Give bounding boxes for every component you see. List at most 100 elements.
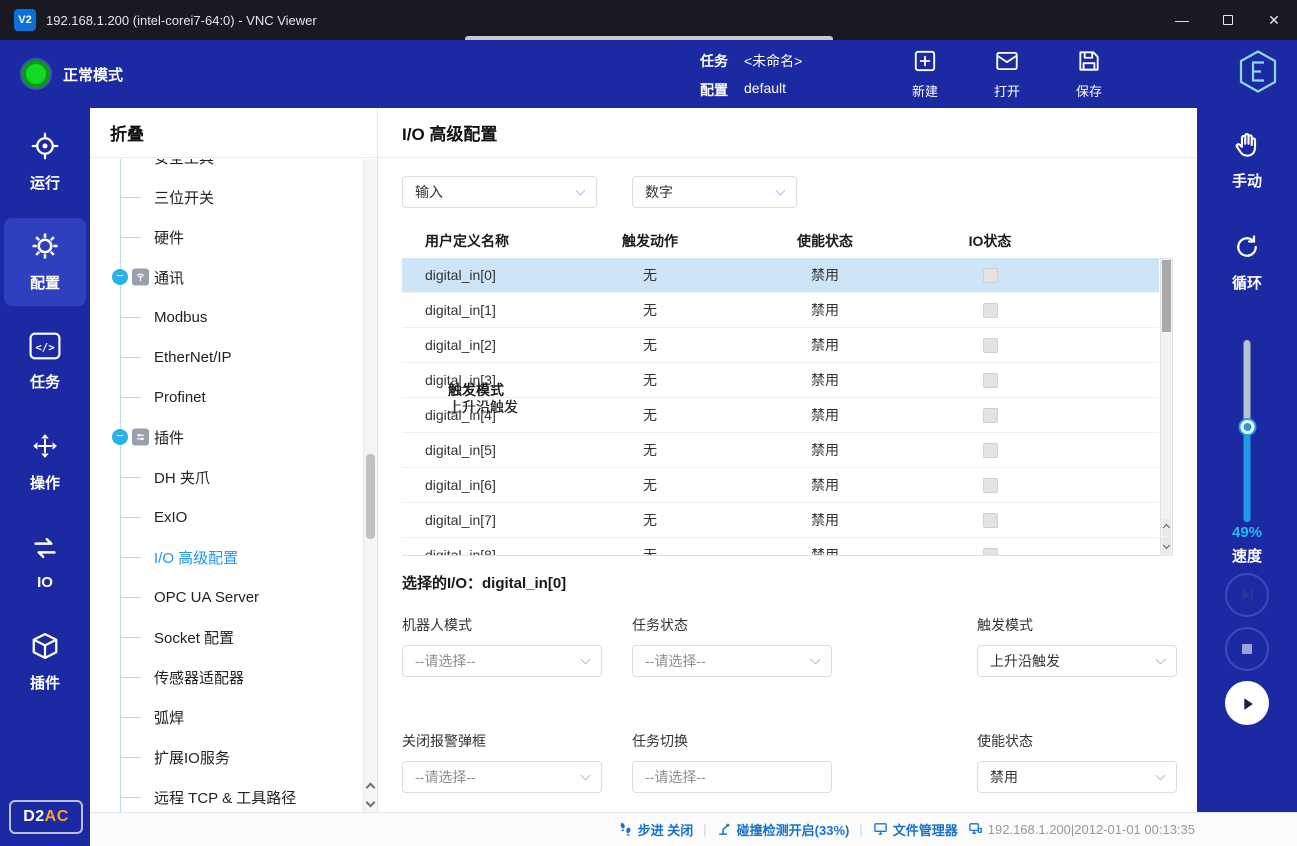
status-separator: | xyxy=(859,822,862,837)
chevron-down-icon xyxy=(581,655,591,665)
d2ac-logo: D2AC xyxy=(9,800,83,834)
speed-slider[interactable] xyxy=(1244,340,1251,522)
tree-item[interactable]: − I/O 高级配置 xyxy=(90,537,363,577)
table-row[interactable]: digital_in[7] 上升沿触发 无 禁用 xyxy=(402,503,1159,538)
connection-info: 192.168.1.200|2012-01-01 00:13:35 xyxy=(968,821,1195,839)
tree-item[interactable]: − 三位开关 xyxy=(90,177,363,217)
collapse-minus-icon[interactable]: − xyxy=(112,269,128,285)
tree-item[interactable]: − EtherNet/IP xyxy=(90,337,363,377)
io-state-checkbox[interactable] xyxy=(983,443,998,458)
table-scrollbar[interactable] xyxy=(1160,258,1173,556)
tree-item[interactable]: − Socket 配置 xyxy=(90,617,363,657)
io-state-checkbox[interactable] xyxy=(983,408,998,423)
save-button[interactable]: 保存 xyxy=(1060,48,1118,100)
enable-status-select[interactable]: 禁用 xyxy=(977,761,1177,793)
chevron-down-icon xyxy=(1156,655,1166,665)
robot-mode-select[interactable]: --请选择-- xyxy=(402,645,602,677)
io-state-checkbox[interactable] xyxy=(983,513,998,528)
io-type-select[interactable]: 数字 xyxy=(632,176,797,208)
titlebar: V2 192.168.1.200 (intel-corei7-64:0) - V… xyxy=(0,0,1297,40)
io-state-checkbox[interactable] xyxy=(983,338,998,353)
tree-item[interactable]: − ExIO xyxy=(90,497,363,537)
io-state-checkbox[interactable] xyxy=(983,373,998,388)
tree-item[interactable]: − 远程 TCP & 工具路径 xyxy=(90,777,363,812)
open-button[interactable]: 打开 xyxy=(978,48,1036,100)
config-tree: − 安全工具 − 三位开关 − 硬件 xyxy=(90,159,363,812)
trigger-mode-select[interactable]: 上升沿触发 xyxy=(977,645,1177,677)
cube-icon xyxy=(30,631,60,665)
table-row[interactable]: digital_in[6] 上升沿触发 无 禁用 xyxy=(402,468,1159,503)
task-switch-input[interactable]: --请选择-- xyxy=(632,761,832,793)
mode-label: 正常模式 xyxy=(63,64,123,85)
plugin-sliders-icon xyxy=(132,429,149,446)
table-row[interactable]: digital_in[1] 上升沿触发 无 禁用 xyxy=(402,293,1159,328)
vnc-app-icon: V2 xyxy=(14,9,36,31)
close-button[interactable]: ✕ xyxy=(1251,0,1297,40)
tree-scrollbar[interactable] xyxy=(363,159,377,812)
table-row[interactable]: digital_in[2] 上升沿触发 无 禁用 xyxy=(402,328,1159,363)
sidebar-item-operate[interactable]: 操作 xyxy=(4,418,86,506)
tree-item[interactable]: − 通讯 xyxy=(90,257,363,297)
collapse-minus-icon[interactable]: − xyxy=(112,429,128,445)
step-forward-button[interactable] xyxy=(1225,573,1269,617)
minimize-button[interactable]: — xyxy=(1159,0,1205,40)
table-row[interactable]: digital_in[5] 上升沿触发 无 禁用 xyxy=(402,433,1159,468)
loop-mode-button[interactable]: 循环 xyxy=(1197,232,1297,293)
right-sidebar: 手动 循环 49% 速度 xyxy=(1197,108,1297,812)
tree-item[interactable]: − 扩展IO服务 xyxy=(90,737,363,777)
chevron-down-icon xyxy=(1156,771,1166,781)
page-title: I/O 高级配置 xyxy=(378,108,1197,158)
table-row[interactable]: digital_in[8] 上升沿触发 无 禁用 xyxy=(402,538,1159,556)
maximize-icon xyxy=(1223,15,1233,25)
file-manager-button[interactable]: 文件管理器 xyxy=(873,820,958,839)
app-header: 正常模式 任务 <未命名> 配置 default 新建 打开 保存 xyxy=(0,40,1297,108)
header-actions: 新建 打开 保存 xyxy=(896,48,1118,100)
maximize-button[interactable] xyxy=(1205,0,1251,40)
table-scroll-up-button[interactable] xyxy=(1162,519,1171,536)
tree-item[interactable]: − 安全工具 xyxy=(90,159,363,177)
sidebar-item-io[interactable]: IO xyxy=(4,518,86,606)
sidebar-item-config[interactable]: 配置 xyxy=(4,218,86,306)
tree-item[interactable]: − OPC UA Server xyxy=(90,577,363,617)
io-state-checkbox[interactable] xyxy=(983,303,998,318)
task-status-select[interactable]: --请选择-- xyxy=(632,645,832,677)
sidebar-item-plugin[interactable]: 插件 xyxy=(4,618,86,706)
play-button[interactable] xyxy=(1225,681,1269,725)
scroll-up-icon xyxy=(1163,524,1170,531)
monitor-icon xyxy=(873,821,888,839)
collision-detection-status[interactable]: 碰撞检测开启(33%) xyxy=(717,820,850,839)
tree-item[interactable]: − 传感器适配器 xyxy=(90,657,363,697)
tree-scrollbar-thumb[interactable] xyxy=(366,454,375,539)
sidebar-item-run[interactable]: 运行 xyxy=(4,118,86,206)
table-scrollbar-thumb[interactable] xyxy=(1162,260,1171,332)
manual-mode-button[interactable]: 手动 xyxy=(1197,130,1297,191)
io-state-checkbox[interactable] xyxy=(983,268,998,283)
speed-slider-thumb[interactable] xyxy=(1240,420,1254,434)
tree-collapse-title[interactable]: 折叠 xyxy=(90,108,377,158)
io-state-checkbox[interactable] xyxy=(983,548,998,556)
svg-text:</>: </> xyxy=(35,341,54,354)
new-file-icon xyxy=(912,48,938,77)
close-alarm-select[interactable]: --请选择-- xyxy=(402,761,602,793)
tree-item[interactable]: − 插件 xyxy=(90,417,363,457)
tree-item[interactable]: − DH 夹爪 xyxy=(90,457,363,497)
new-button[interactable]: 新建 xyxy=(896,48,954,100)
robot-mode-indicator[interactable]: 正常模式 xyxy=(22,60,123,88)
tree-item[interactable]: − 硬件 xyxy=(90,217,363,257)
table-row[interactable]: digital_in[0] 上升沿触发 无 禁用 xyxy=(402,258,1159,293)
scroll-down-icon xyxy=(1163,542,1170,549)
tree-item[interactable]: − Modbus xyxy=(90,297,363,337)
step-mode-status[interactable]: 步进 关闭 xyxy=(618,820,694,839)
table-row[interactable]: digital_in[3] 上升沿触发 无 禁用 xyxy=(402,363,1159,398)
config-tree-panel: 折叠 − 安全工具 − 三位开关 − xyxy=(90,108,378,812)
scroll-up-icon[interactable] xyxy=(366,783,376,793)
stop-button[interactable] xyxy=(1225,627,1269,671)
tree-item[interactable]: − Profinet xyxy=(90,377,363,417)
sidebar-item-task[interactable]: </> 任务 xyxy=(4,318,86,406)
io-direction-select[interactable]: 输入 xyxy=(402,176,597,208)
status-separator: | xyxy=(703,822,706,837)
tree-item[interactable]: − 弧焊 xyxy=(90,697,363,737)
io-state-checkbox[interactable] xyxy=(983,478,998,493)
table-scroll-down-button[interactable] xyxy=(1162,537,1171,554)
scroll-down-icon[interactable] xyxy=(366,798,376,808)
